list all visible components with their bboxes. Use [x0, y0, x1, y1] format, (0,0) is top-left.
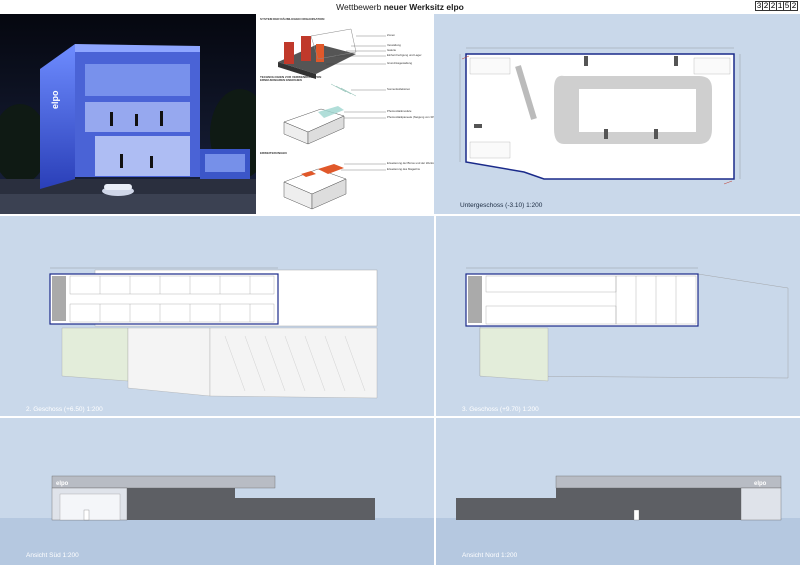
facade-logo: elpo [50, 90, 60, 109]
label-solar-collectors: Sonnenkollektoren [387, 87, 411, 91]
diagram-drawings [278, 28, 386, 210]
rendering-image: elpo [0, 14, 256, 214]
label-pv-modules: Photovoltaikmodule [387, 109, 412, 113]
floor2-plan-panel: 2. Geschoss (+6.50) 1:200 [0, 216, 434, 416]
label-layout: Grundrissgestaltung [387, 61, 413, 65]
board-title: Wettbewerb neuer Werksitz elpo [0, 2, 800, 12]
title-main: neuer Werksitz elpo [383, 2, 464, 12]
diagram-heading-extensions: ERWEITERUNGEN [260, 151, 287, 155]
basement-plan-panel: Untergeschoss (-3.10) 1:200 [434, 14, 800, 214]
view-south-panel: elpo Ansicht Süd 1:200 [0, 418, 434, 565]
caption-basement: Untergeschoss (-3.10) 1:200 [460, 202, 543, 209]
floor3-plan-panel: 3. Geschoss (+9.70) 1:200 [436, 216, 800, 416]
basement-plan [459, 47, 741, 185]
concept-diagrams: SYSTEM DER RÄUMLICHEN ORGANISATION Zonen… [256, 14, 445, 214]
label-storage-extension: Erweiterung des Magazins [387, 167, 420, 171]
title-prefix: Wettbewerb [336, 2, 382, 12]
label-pv-panels: Photovoltaikpaneele (Neigung von 30°) [387, 115, 436, 119]
code-digit: 2 [790, 1, 798, 11]
diagram-heading-energy: TECHNOLOGIEN ZUR VERWENDUNG VON ERNEUERB… [260, 75, 322, 82]
caption-view-south: Ansicht Süd 1:200 [26, 552, 79, 559]
night-rendering: elpo [0, 14, 256, 214]
caption-floor2: 2. Geschoss (+6.50) 1:200 [26, 406, 103, 413]
label-zones: Zonen [387, 33, 395, 37]
label-production: Einheit Fertigung und Lager [387, 53, 422, 57]
header-bar: Wettbewerb neuer Werksitz elpo 3 2 2 1 5… [0, 0, 800, 14]
north-elevation: elpo [456, 475, 782, 521]
caption-floor3: 3. Geschoss (+9.70) 1:200 [462, 406, 539, 413]
competition-code: 3 2 2 1 5 2 [755, 1, 798, 11]
north-elevation-logo: elpo [754, 481, 767, 487]
label-admin: Verwaltung [387, 43, 401, 47]
floor2-plan [49, 267, 378, 399]
caption-view-north: Ansicht Nord 1:200 [462, 552, 518, 559]
south-elevation-logo: elpo [56, 481, 69, 487]
view-north-panel: elpo Ansicht Nord 1:200 [436, 418, 800, 565]
floor3-plan [465, 267, 789, 382]
south-elevation: elpo [51, 475, 375, 521]
label-gallery: Galerie [387, 48, 397, 52]
